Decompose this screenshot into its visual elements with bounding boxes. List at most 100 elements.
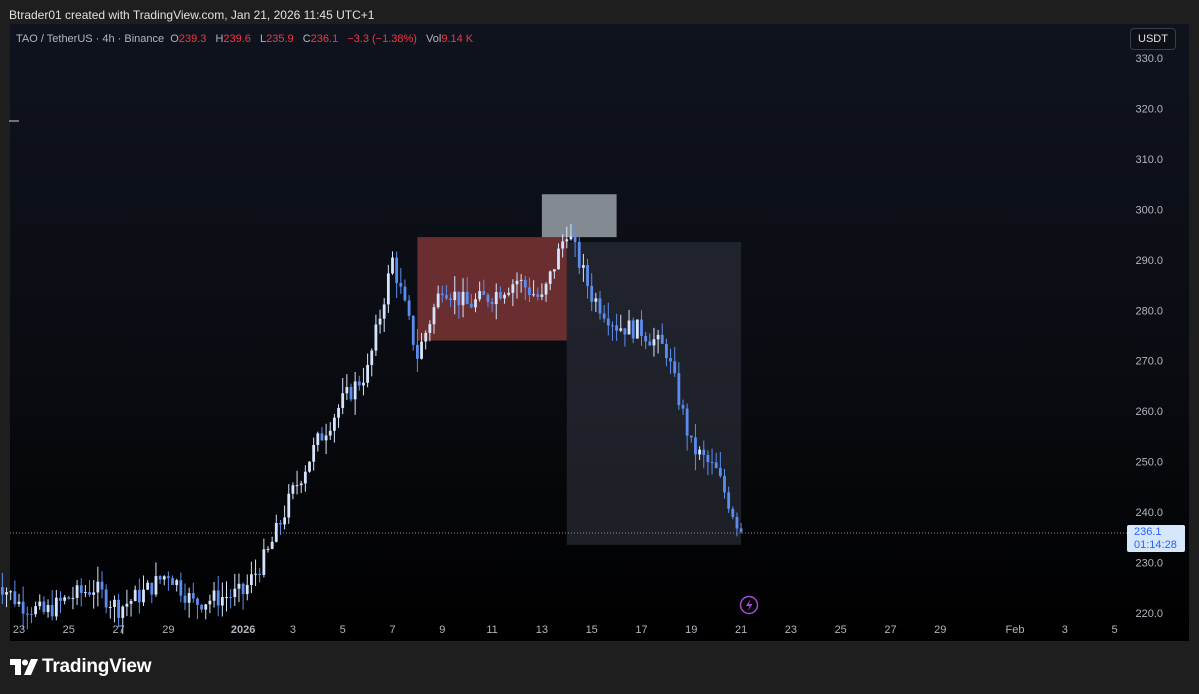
candle[interactable]	[200, 603, 203, 613]
candle[interactable]	[13, 580, 17, 607]
candle[interactable]	[424, 330, 428, 350]
candle[interactable]	[187, 587, 191, 618]
candle[interactable]	[262, 538, 266, 578]
candle[interactable]	[129, 598, 133, 617]
candle[interactable]	[366, 353, 369, 388]
candle[interactable]	[212, 581, 216, 608]
candle[interactable]	[266, 546, 270, 553]
candle[interactable]	[0, 572, 4, 605]
candle[interactable]	[241, 582, 245, 610]
candle[interactable]	[216, 575, 220, 617]
candle[interactable]	[374, 314, 378, 356]
candle[interactable]	[291, 482, 295, 500]
candle[interactable]	[179, 572, 183, 603]
candle[interactable]	[287, 484, 291, 524]
candle[interactable]	[133, 585, 137, 602]
candle[interactable]	[196, 597, 199, 620]
symbol-name[interactable]: TAO / TetherUS · 4h · Binance	[16, 33, 164, 45]
candle[interactable]	[270, 536, 274, 550]
candle[interactable]	[175, 578, 179, 592]
candle[interactable]	[167, 571, 170, 591]
candle[interactable]	[208, 594, 212, 614]
candle[interactable]	[146, 580, 150, 591]
candle[interactable]	[162, 575, 166, 586]
candle[interactable]	[46, 599, 50, 618]
candle[interactable]	[337, 404, 340, 428]
candle[interactable]	[204, 603, 208, 620]
candle[interactable]	[386, 264, 390, 313]
candle[interactable]	[312, 437, 316, 471]
candle[interactable]	[150, 582, 154, 604]
candle[interactable]	[399, 268, 403, 294]
candle[interactable]	[75, 580, 79, 606]
candle[interactable]	[59, 591, 62, 614]
candle[interactable]	[295, 470, 299, 495]
candle[interactable]	[349, 383, 353, 402]
candle[interactable]	[92, 580, 96, 609]
candle[interactable]	[341, 377, 345, 415]
candle[interactable]	[100, 571, 104, 599]
currency-button[interactable]: USDT	[1130, 28, 1176, 50]
candle[interactable]	[117, 593, 120, 628]
candle[interactable]	[283, 505, 286, 530]
candle[interactable]	[63, 595, 67, 605]
candle[interactable]	[635, 319, 639, 339]
candle[interactable]	[42, 596, 46, 615]
candle[interactable]	[403, 279, 407, 302]
candle[interactable]	[324, 423, 328, 455]
candle[interactable]	[108, 600, 112, 619]
candle[interactable]	[345, 374, 349, 400]
candlestick-chart[interactable]: 330.0 320.0 310.0 300.0 290.0 280.0 270.0 260.0…	[0, 0, 1199, 694]
candle[interactable]	[411, 315, 415, 351]
candle[interactable]	[220, 582, 224, 617]
candle[interactable]	[9, 590, 13, 601]
candle[interactable]	[67, 595, 71, 600]
candle[interactable]	[362, 367, 365, 396]
candle[interactable]	[34, 601, 37, 617]
candle[interactable]	[84, 585, 87, 598]
candle[interactable]	[395, 251, 399, 298]
candle[interactable]	[79, 578, 83, 607]
candle[interactable]	[88, 580, 91, 597]
candle[interactable]	[316, 431, 320, 452]
candle[interactable]	[233, 573, 237, 606]
candle[interactable]	[191, 582, 195, 603]
candle[interactable]	[357, 375, 361, 391]
candle[interactable]	[17, 593, 21, 607]
candle[interactable]	[113, 595, 116, 623]
candle[interactable]	[54, 590, 58, 621]
candle[interactable]	[274, 514, 278, 543]
zone-grey-box[interactable]	[541, 194, 617, 238]
candle[interactable]	[171, 575, 174, 586]
candle[interactable]	[370, 348, 374, 377]
candle[interactable]	[154, 562, 158, 597]
candle[interactable]	[21, 586, 25, 630]
candle[interactable]	[320, 427, 324, 441]
candle[interactable]	[391, 251, 394, 275]
candle[interactable]	[50, 590, 54, 621]
candle[interactable]	[225, 581, 228, 612]
candle[interactable]	[137, 578, 141, 614]
candle[interactable]	[407, 294, 411, 320]
candle[interactable]	[245, 574, 249, 601]
candle[interactable]	[96, 566, 100, 607]
candle[interactable]	[353, 371, 357, 415]
candle[interactable]	[250, 561, 253, 594]
candle[interactable]	[30, 607, 33, 624]
zone-red-box[interactable]	[417, 237, 567, 341]
tradingview-logo[interactable]: TradingView	[10, 656, 152, 678]
candle[interactable]	[382, 298, 386, 332]
candle[interactable]	[229, 588, 233, 609]
candle[interactable]	[5, 587, 8, 608]
candle[interactable]	[237, 573, 241, 603]
candle[interactable]	[299, 480, 303, 493]
candle[interactable]	[378, 309, 382, 334]
candle[interactable]	[104, 584, 108, 614]
candle[interactable]	[333, 413, 336, 443]
candle[interactable]	[125, 589, 129, 617]
candle[interactable]	[25, 606, 29, 630]
candle[interactable]	[71, 586, 75, 610]
candle[interactable]	[254, 559, 257, 586]
candle[interactable]	[303, 465, 307, 492]
candle[interactable]	[328, 422, 332, 441]
